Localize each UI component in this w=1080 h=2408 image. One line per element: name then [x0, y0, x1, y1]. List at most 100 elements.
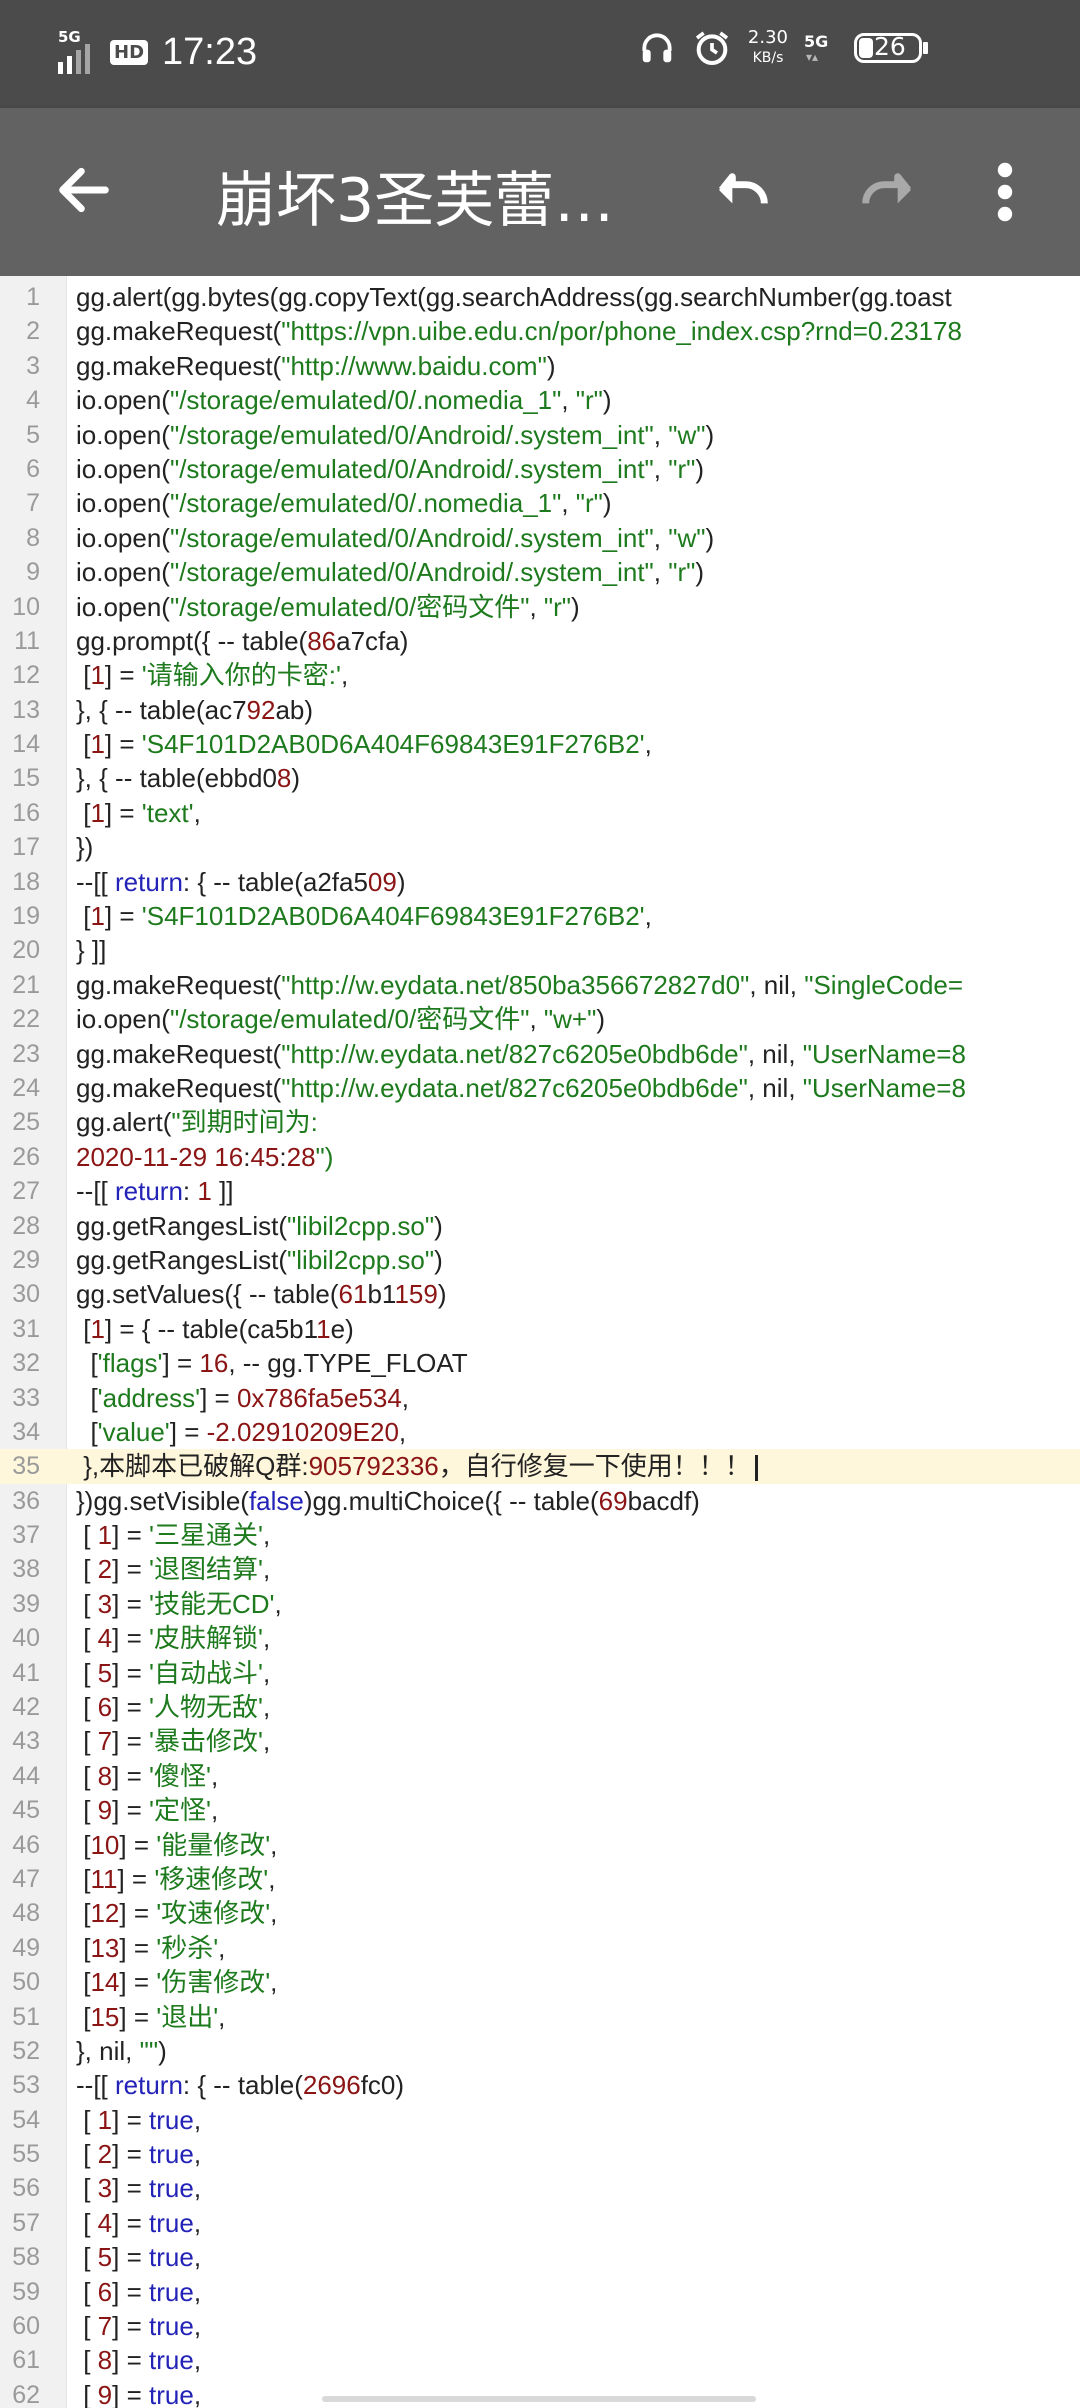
code-line[interactable]: 41 [ 5] = '自动战斗',	[0, 1656, 1080, 1690]
code-text: [ 4] = true,	[76, 2207, 202, 2238]
code-line[interactable]: 31 [1] = { -- table(ca5b11e)	[0, 1312, 1080, 1346]
code-line[interactable]: 4 io.open("/storage/emulated/0/.nomedia_1…	[0, 383, 1080, 417]
code-line[interactable]: 46 [10] = '能量修改',	[0, 1828, 1080, 1862]
horizontal-scrollbar[interactable]	[322, 2396, 756, 2402]
line-number: 52	[12, 2036, 40, 2065]
code-line[interactable]: 49 [13] = '秒杀',	[0, 1931, 1080, 1965]
code-line[interactable]: 21 gg.makeRequest("http://w.eydata.net/85…	[0, 968, 1080, 1002]
line-number: 1	[26, 283, 40, 311]
code-line[interactable]: 59 [ 6] = true,	[0, 2275, 1080, 2309]
code-line[interactable]: 36})gg.setVisible(false)gg.multiChoice({…	[0, 1484, 1080, 1518]
code-line[interactable]: 2 gg.makeRequest("https://vpn.uibe.edu.cn…	[0, 314, 1080, 348]
undo-icon[interactable]	[708, 158, 778, 222]
code-line[interactable]: 24 gg.makeRequest("http://w.eydata.net/82…	[0, 1071, 1080, 1105]
code-line[interactable]: 7 io.open("/storage/emulated/0/.nomedia_1…	[0, 486, 1080, 520]
code-line[interactable]: 18 --[[ return: { -- table(a2fa509)	[0, 865, 1080, 899]
code-line[interactable]: 28 gg.getRangesList("libil2cpp.so")	[0, 1209, 1080, 1243]
line-number: 58	[12, 2243, 40, 2272]
code-line[interactable]: 22 io.open("/storage/emulated/0/密码文件", "w…	[0, 1002, 1080, 1036]
redo-icon[interactable]	[852, 158, 922, 222]
line-number: 28	[12, 1211, 40, 1240]
line-number: 22	[12, 1005, 40, 1034]
code-line[interactable]: 47 [11] = '移速修改',	[0, 1862, 1080, 1896]
code-line[interactable]: 53 --[[ return: { -- table(2696fc0)	[0, 2068, 1080, 2102]
code-line[interactable]: 38 [ 2] = '退图结算',	[0, 1552, 1080, 1586]
code-text: [10] = '能量修改',	[76, 1829, 278, 1860]
code-line[interactable]: 45 [ 9] = '定怪',	[0, 1793, 1080, 1827]
code-line[interactable]: 43 [ 7] = '暴击修改',	[0, 1724, 1080, 1758]
code-editor[interactable]: 1 gg.alert(gg.bytes(gg.copyText(gg.search…	[0, 276, 1080, 2408]
code-text: io.open("/storage/emulated/0/密码文件", "w+"…	[76, 1004, 606, 1035]
code-line[interactable]: 40 [ 4] = '皮肤解锁',	[0, 1621, 1080, 1655]
code-line[interactable]: 51 [15] = '退出',	[0, 2000, 1080, 2034]
code-text: [1] = 'S4F101D2AB0D6A404F69843E91F276B2'…	[76, 729, 652, 760]
code-line[interactable]: 35 },本脚本已破解Q群:905792336，自行修复一下使用！！！	[0, 1449, 1080, 1484]
code-line[interactable]: 11 gg.prompt({ -- table(86a7cfa)	[0, 624, 1080, 658]
code-line[interactable]: 33 ['address'] = 0x786fa5e534,	[0, 1381, 1080, 1415]
code-line[interactable]: 12 [1] = '请输入你的卡密:',	[0, 658, 1080, 692]
code-text: gg.prompt({ -- table(86a7cfa)	[76, 625, 409, 656]
code-line[interactable]: 16 [1] = 'text',	[0, 796, 1080, 830]
code-line[interactable]: 17})	[0, 830, 1080, 864]
code-line[interactable]: 62 [ 9] = true,	[0, 2378, 1080, 2408]
code-line[interactable]: 32 ['flags'] = 16, -- gg.TYPE_FLOAT	[0, 1346, 1080, 1380]
code-text: [ 7] = '暴击修改',	[76, 1726, 271, 1757]
code-line[interactable]: 13}, { -- table(ac792ab)	[0, 693, 1080, 727]
code-line[interactable]: 34 ['value'] = -2.02910209E20,	[0, 1415, 1080, 1449]
more-vertical-icon[interactable]	[990, 160, 1020, 224]
code-line[interactable]: 37 [ 1] = '三星通关',	[0, 1518, 1080, 1552]
code-line[interactable]: 5 io.open("/storage/emulated/0/Android/.s…	[0, 418, 1080, 452]
code-text: --[[ return: { -- table(a2fa509)	[76, 866, 406, 897]
code-line[interactable]: 10 io.open("/storage/emulated/0/密码文件", "r…	[0, 590, 1080, 624]
code-line[interactable]: 15}, { -- table(ebbd08)	[0, 761, 1080, 795]
battery-icon: 26	[854, 32, 930, 63]
code-line[interactable]: 61 [ 8] = true,	[0, 2343, 1080, 2377]
code-line[interactable]: 27 --[[ return: 1 ]]	[0, 1174, 1080, 1208]
code-line[interactable]: 1 gg.alert(gg.bytes(gg.copyText(gg.search…	[0, 280, 1080, 314]
text-cursor	[754, 1455, 758, 1482]
code-line[interactable]: 58 [ 5] = true,	[0, 2240, 1080, 2274]
code-line[interactable]: 48 [12] = '攻速修改',	[0, 1896, 1080, 1930]
code-text: [ 6] = '人物无敌',	[76, 1692, 271, 1723]
network-type-label: 5G	[58, 28, 81, 46]
line-number: 61	[12, 2346, 40, 2375]
code-line[interactable]: 39 [ 3] = '技能无CD',	[0, 1587, 1080, 1621]
code-line[interactable]: 3 gg.makeRequest("http://www.baidu.com")	[0, 349, 1080, 383]
code-line[interactable]: 19 [1] = 'S4F101D2AB0D6A404F69843E91F276…	[0, 899, 1080, 933]
code-line[interactable]: 26 2020-11-29 16:45:28")	[0, 1140, 1080, 1174]
signal-icon: 5G	[58, 28, 90, 74]
code-line[interactable]: 54 [ 1] = true,	[0, 2103, 1080, 2137]
code-line[interactable]: 8 io.open("/storage/emulated/0/Android/.s…	[0, 521, 1080, 555]
line-number: 31	[12, 1314, 40, 1343]
code-text: gg.makeRequest("https://vpn.uibe.edu.cn/…	[76, 316, 962, 347]
code-text: io.open("/storage/emulated/0/Android/.sy…	[76, 453, 705, 484]
code-line[interactable]: 23 gg.makeRequest("http://w.eydata.net/82…	[0, 1037, 1080, 1071]
arrow-back-icon[interactable]	[52, 158, 116, 222]
code-line[interactable]: 52}, nil, "")	[0, 2034, 1080, 2068]
code-line[interactable]: 50 [14] = '伤害修改',	[0, 1965, 1080, 1999]
code-line[interactable]: 57 [ 4] = true,	[0, 2206, 1080, 2240]
code-line[interactable]: 60 [ 7] = true,	[0, 2309, 1080, 2343]
code-line[interactable]: 55 [ 2] = true,	[0, 2137, 1080, 2171]
code-line[interactable]: 6 io.open("/storage/emulated/0/Android/.s…	[0, 452, 1080, 486]
code-line[interactable]: 42 [ 6] = '人物无敌',	[0, 1690, 1080, 1724]
code-line[interactable]: 20} ]]	[0, 933, 1080, 967]
code-text: io.open("/storage/emulated/0/Android/.sy…	[76, 419, 715, 450]
code-text: io.open("/storage/emulated/0/.nomedia_1"…	[76, 385, 612, 416]
line-number: 2	[26, 317, 40, 346]
clock: 17:23	[162, 30, 258, 73]
code-line[interactable]: 14 [1] = 'S4F101D2AB0D6A404F69843E91F276…	[0, 727, 1080, 761]
code-text: 2020-11-29 16:45:28")	[76, 1141, 334, 1172]
code-lines: 1 gg.alert(gg.bytes(gg.copyText(gg.search…	[0, 280, 1080, 2408]
line-number: 14	[12, 730, 40, 759]
code-line[interactable]: 9 io.open("/storage/emulated/0/Android/.s…	[0, 555, 1080, 589]
line-number: 54	[12, 2105, 40, 2134]
code-text: gg.makeRequest("http://w.eydata.net/827c…	[76, 1072, 966, 1103]
speed-value: 2.30	[747, 27, 788, 48]
code-line[interactable]: 56 [ 3] = true,	[0, 2171, 1080, 2205]
code-line[interactable]: 25 gg.alert("到期时间为:	[0, 1105, 1080, 1139]
code-text: ['flags'] = 16, -- gg.TYPE_FLOAT	[76, 1348, 468, 1379]
code-line[interactable]: 30 gg.setValues({ -- table(61b1159)	[0, 1277, 1080, 1311]
code-line[interactable]: 29 gg.getRangesList("libil2cpp.so")	[0, 1243, 1080, 1277]
code-line[interactable]: 44 [ 8] = '傻怪',	[0, 1759, 1080, 1793]
